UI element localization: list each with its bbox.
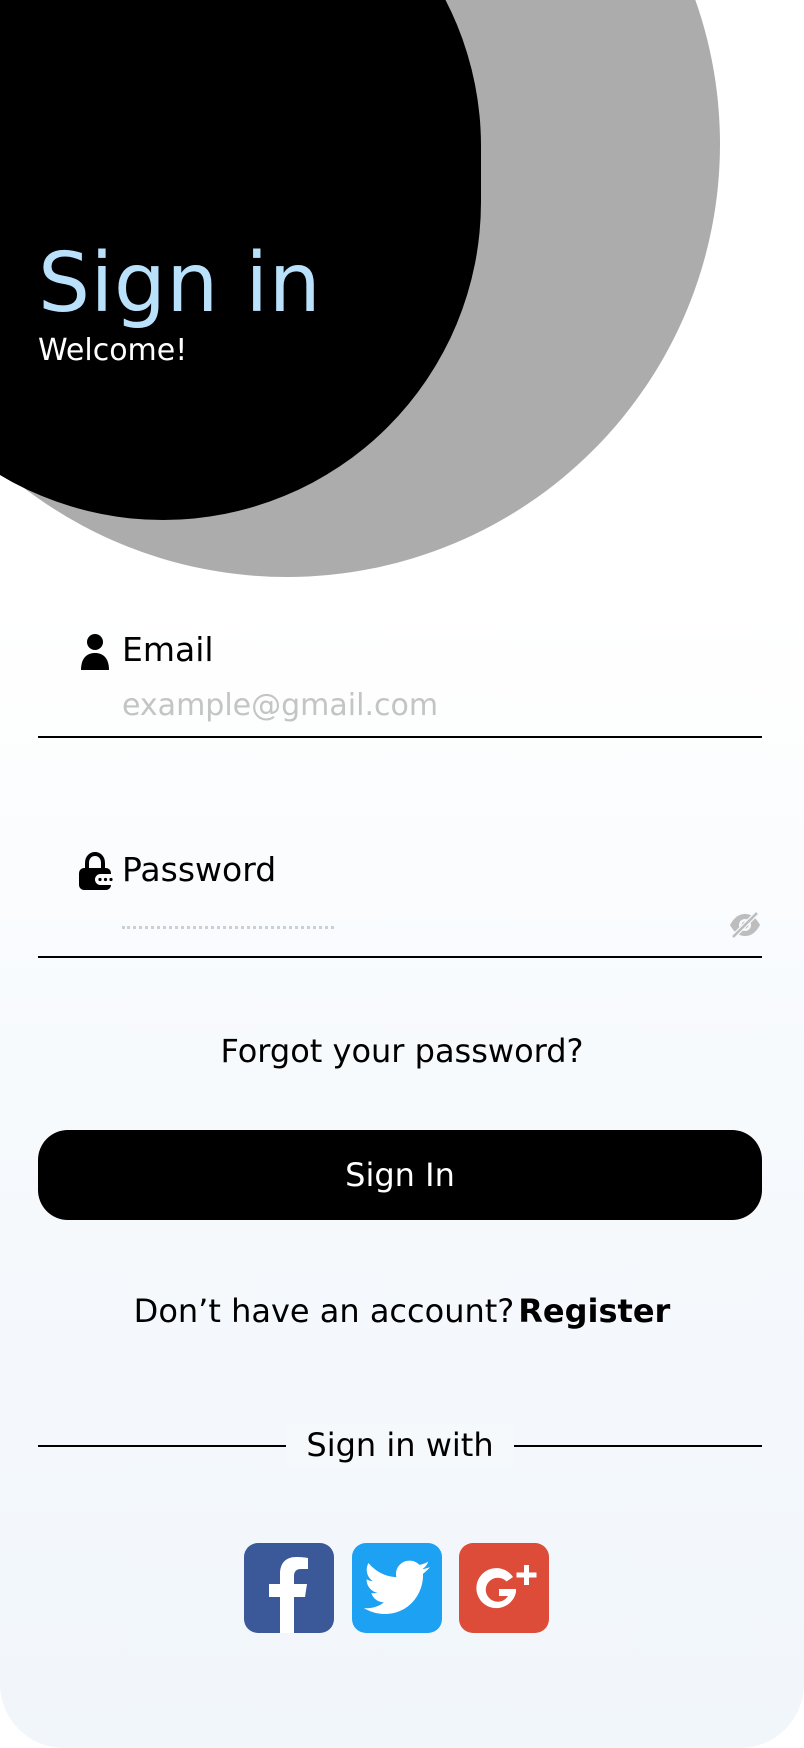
email-label: Email [122,630,214,669]
register-link[interactable]: Register [518,1292,670,1330]
facebook-button[interactable] [244,1543,334,1633]
google-plus-button[interactable] [459,1543,549,1633]
google-plus-icon [476,1565,537,1609]
eye-off-icon[interactable] [728,910,762,940]
email-field-group: Email [38,624,762,738]
twitter-icon [363,1560,430,1614]
twitter-button[interactable] [352,1543,442,1633]
password-field-group: Password [38,844,762,958]
page-title: Sign in [38,236,322,331]
user-icon [78,632,112,672]
register-row: Don’t have an account? Register [0,1290,804,1332]
sign-in-button[interactable]: Sign In [38,1130,762,1220]
email-input[interactable] [122,684,682,726]
divider-left [38,1445,286,1447]
facebook-icon [269,1557,308,1633]
password-placeholder-dots [122,926,334,929]
lock-icon [78,851,116,892]
register-prompt: Don’t have an account? [133,1292,515,1330]
sign-in-with-label: Sign in with [286,1424,514,1466]
sign-in-screen: Sign in Welcome! Email Password [0,0,804,1748]
divider-right [514,1445,762,1447]
password-label: Password [122,850,277,889]
welcome-subtitle: Welcome! [38,333,188,368]
forgot-password-link[interactable]: Forgot your password? [0,1030,804,1072]
password-input[interactable] [122,904,682,946]
